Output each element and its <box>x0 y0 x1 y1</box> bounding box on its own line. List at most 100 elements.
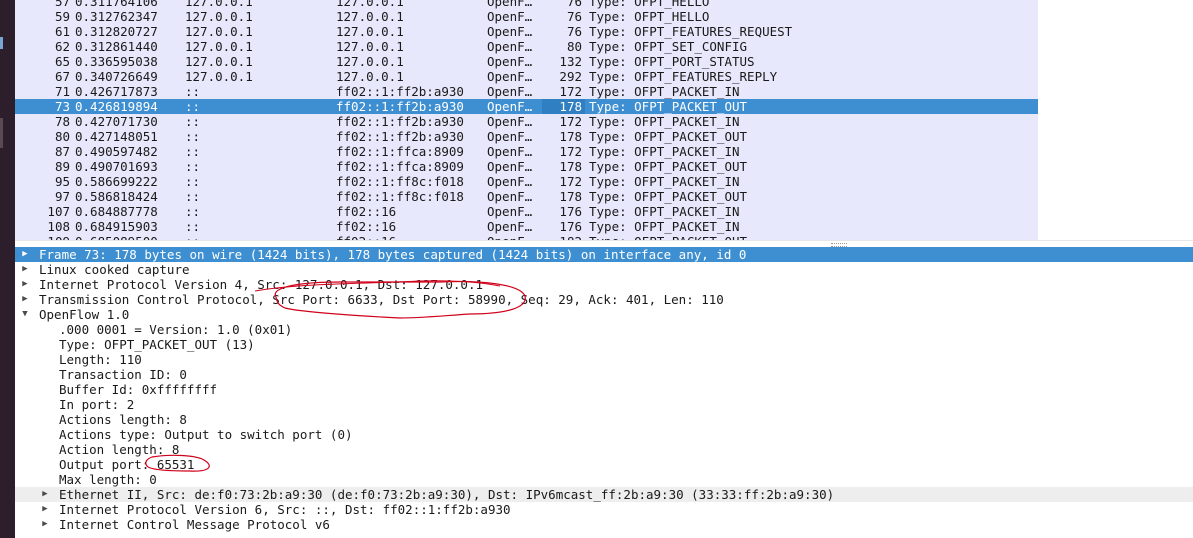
packet-protocol: OpenF… <box>487 159 533 174</box>
packet-number: 57 <box>54 0 70 9</box>
detail-text: OpenFlow 1.0 <box>39 307 130 322</box>
expand-triangle-icon[interactable]: ▶ <box>40 502 50 517</box>
detail-text: Linux cooked capture <box>39 262 190 277</box>
packet-time: 0.684887778 <box>75 204 158 219</box>
packet-source: 127.0.0.1 <box>185 54 253 69</box>
packet-protocol: OpenF… <box>487 204 533 219</box>
packet-row[interactable]: 87 0.490597482:: ff02::1:ffca:8909 OpenF… 17… <box>15 144 1038 159</box>
packet-row[interactable]: 57 0.311764106 127.0.0.1 127.0.0.1 OpenF… 76 T… <box>15 0 1038 9</box>
packet-length: 76 <box>566 9 582 24</box>
packet-row[interactable]: 80 0.427148051:: ff02::1:ff2b:a930 OpenF… 17… <box>15 129 1038 144</box>
packet-source: :: <box>185 189 201 204</box>
packet-list-pane[interactable]: 57 0.311764106 127.0.0.1 127.0.0.1 OpenF… 76 T… <box>15 0 1038 240</box>
packet-length: 172 <box>559 84 582 99</box>
detail-tree-row[interactable]: ▶ Internet Control Message Protocol v6 <box>15 517 1193 532</box>
packet-row[interactable]: 67 0.340726649 127.0.0.1 127.0.0.1 OpenF… 292… <box>15 69 1038 84</box>
packet-row[interactable]: 62 0.312861440 127.0.0.1 127.0.0.1 OpenF… 80 T… <box>15 39 1038 54</box>
dock-indicator <box>0 37 3 49</box>
detail-tree-row[interactable]: ▼ OpenFlow 1.0 <box>15 307 1193 322</box>
detail-tree-row[interactable]: Buffer Id: 0xffffffff <box>15 382 1193 397</box>
detail-tree-row[interactable]: ▶ Internet Protocol Version 6, Src: ::, D… <box>15 502 1193 517</box>
detail-tree-row[interactable]: In port: 2 <box>15 397 1193 412</box>
detail-tree-row[interactable]: Output port: 65531 <box>15 457 1193 472</box>
detail-tree-row[interactable]: ▶ Internet Protocol Version 4, Src: 127.0… <box>15 277 1193 292</box>
packet-time: 0.586818424 <box>75 189 158 204</box>
packet-destination: ff02::1:ff2b:a930 <box>336 114 464 129</box>
expand-triangle-icon[interactable]: ▶ <box>40 487 50 502</box>
packet-row[interactable]: 97 0.586818424:: ff02::1:ff8c:f018 OpenF… 17… <box>15 189 1038 204</box>
packet-row[interactable]: 107 0.684887778:: ff02::16 OpenF… 176 Type: O… <box>15 204 1038 219</box>
detail-tree-row[interactable]: Transaction ID: 0 <box>15 367 1193 382</box>
detail-tree-row[interactable]: Action length: 8 <box>15 442 1193 457</box>
packet-info: Type: OFPT_FEATURES_REPLY <box>589 69 778 84</box>
packet-info: Type: OFPT_PACKET_OUT <box>589 99 748 114</box>
detail-tree-row[interactable]: ▶ Frame 73: 178 bytes on wire (1424 bits)… <box>15 247 1193 262</box>
packet-protocol: OpenF… <box>487 219 533 234</box>
detail-tree-row[interactable]: .000 0001 = Version: 1.0 (0x01) <box>15 322 1193 337</box>
detail-tree-row[interactable]: Length: 110 <box>15 352 1193 367</box>
packet-number: 80 <box>54 129 70 144</box>
packet-protocol: OpenF… <box>487 0 533 9</box>
expand-triangle-icon[interactable]: ▶ <box>20 247 30 262</box>
packet-length: 178 <box>559 189 582 204</box>
packet-source: :: <box>185 114 201 129</box>
packet-time: 0.426717873 <box>75 84 158 99</box>
packet-protocol: OpenF… <box>487 24 533 39</box>
packet-length: 178 <box>559 159 582 174</box>
packet-length: 80 <box>566 39 582 54</box>
packet-destination: ff02::1:ff8c:f018 <box>336 174 464 189</box>
packet-row[interactable]: 65 0.336595038 127.0.0.1 127.0.0.1 OpenF… 132… <box>15 54 1038 69</box>
packet-details-pane[interactable]: ▶ Frame 73: 178 bytes on wire (1424 bits)… <box>15 247 1193 538</box>
packet-row[interactable]: 71 0.426717873:: ff02::1:ff2b:a930 OpenF… 17… <box>15 84 1038 99</box>
packet-row[interactable]: 89 0.490701693:: ff02::1:ffca:8909 OpenF… 17… <box>15 159 1038 174</box>
packet-destination: ff02::1:ff2b:a930 <box>336 99 464 114</box>
packet-protocol: OpenF… <box>487 144 533 159</box>
packet-destination: ff02::1:ff8c:f018 <box>336 189 464 204</box>
packet-info: Type: OFPT_PACKET_OUT <box>589 129 748 144</box>
packet-time: 0.312762347 <box>75 9 158 24</box>
packet-row[interactable]: 61 0.312820727 127.0.0.1 127.0.0.1 OpenF… 76 T… <box>15 24 1038 39</box>
packet-row[interactable]: 95 0.586699222:: ff02::1:ff8c:f018 OpenF… 17… <box>15 174 1038 189</box>
packet-row[interactable]: 108 0.684915903:: ff02::16 OpenF… 176 Type: O… <box>15 219 1038 234</box>
expand-triangle-icon[interactable]: ▶ <box>20 277 30 292</box>
detail-tree-row[interactable]: Type: OFPT_PACKET_OUT (13) <box>15 337 1193 352</box>
detail-tree-row[interactable]: Max length: 0 <box>15 472 1193 487</box>
expand-triangle-icon[interactable]: ▶ <box>20 292 30 307</box>
desktop-dock-strip <box>0 0 15 538</box>
detail-text: Length: 110 <box>59 352 142 367</box>
detail-tree-row[interactable]: ▶ Transmission Control Protocol, Src Port… <box>15 292 1193 307</box>
packet-source: 127.0.0.1 <box>185 9 253 24</box>
detail-text: Action length: 8 <box>59 442 180 457</box>
packet-source: :: <box>185 204 201 219</box>
detail-text: .000 0001 = Version: 1.0 (0x01) <box>59 322 293 337</box>
packet-time: 0.312820727 <box>75 24 158 39</box>
packet-destination: 127.0.0.1 <box>336 54 404 69</box>
detail-text: Output port: 65531 <box>59 457 195 472</box>
packet-length: 76 <box>566 0 582 9</box>
packet-destination: ff02::1:ffca:8909 <box>336 159 464 174</box>
expand-triangle-icon[interactable]: ▶ <box>20 262 30 277</box>
detail-tree-row[interactable]: Actions length: 8 <box>15 412 1193 427</box>
packet-protocol: OpenF… <box>487 189 533 204</box>
packet-row[interactable]: 73 0.426819894:: ff02::1:ff2b:a930 OpenF… 17… <box>15 99 1038 114</box>
packet-number: 67 <box>54 69 70 84</box>
detail-tree-row[interactable]: ▶ Ethernet II, Src: de:f0:73:2b:a9:30 (de… <box>15 487 1193 502</box>
packet-destination: 127.0.0.1 <box>336 39 404 54</box>
expand-triangle-icon[interactable]: ▶ <box>40 517 50 532</box>
detail-text: Internet Protocol Version 6, Src: ::, Ds… <box>59 502 511 517</box>
packet-protocol: OpenF… <box>487 54 533 69</box>
packet-row[interactable]: 59 0.312762347 127.0.0.1 127.0.0.1 OpenF… 76 T… <box>15 9 1038 24</box>
packet-length: 132 <box>559 54 582 69</box>
detail-text: Transaction ID: 0 <box>59 367 187 382</box>
packet-source: 127.0.0.1 <box>185 24 253 39</box>
detail-tree-row[interactable]: Actions type: Output to switch port (0) <box>15 427 1193 442</box>
packet-number: 71 <box>54 84 70 99</box>
packet-number: 62 <box>54 39 70 54</box>
packet-protocol: OpenF… <box>487 39 533 54</box>
packet-source: 127.0.0.1 <box>185 69 253 84</box>
detail-tree-row[interactable]: ▶ Linux cooked capture <box>15 262 1193 277</box>
packet-row[interactable]: 78 0.427071730:: ff02::1:ff2b:a930 OpenF… 17… <box>15 114 1038 129</box>
packet-length: 76 <box>566 24 582 39</box>
collapse-triangle-icon[interactable]: ▼ <box>20 307 30 322</box>
packet-time: 0.490597482 <box>75 144 158 159</box>
